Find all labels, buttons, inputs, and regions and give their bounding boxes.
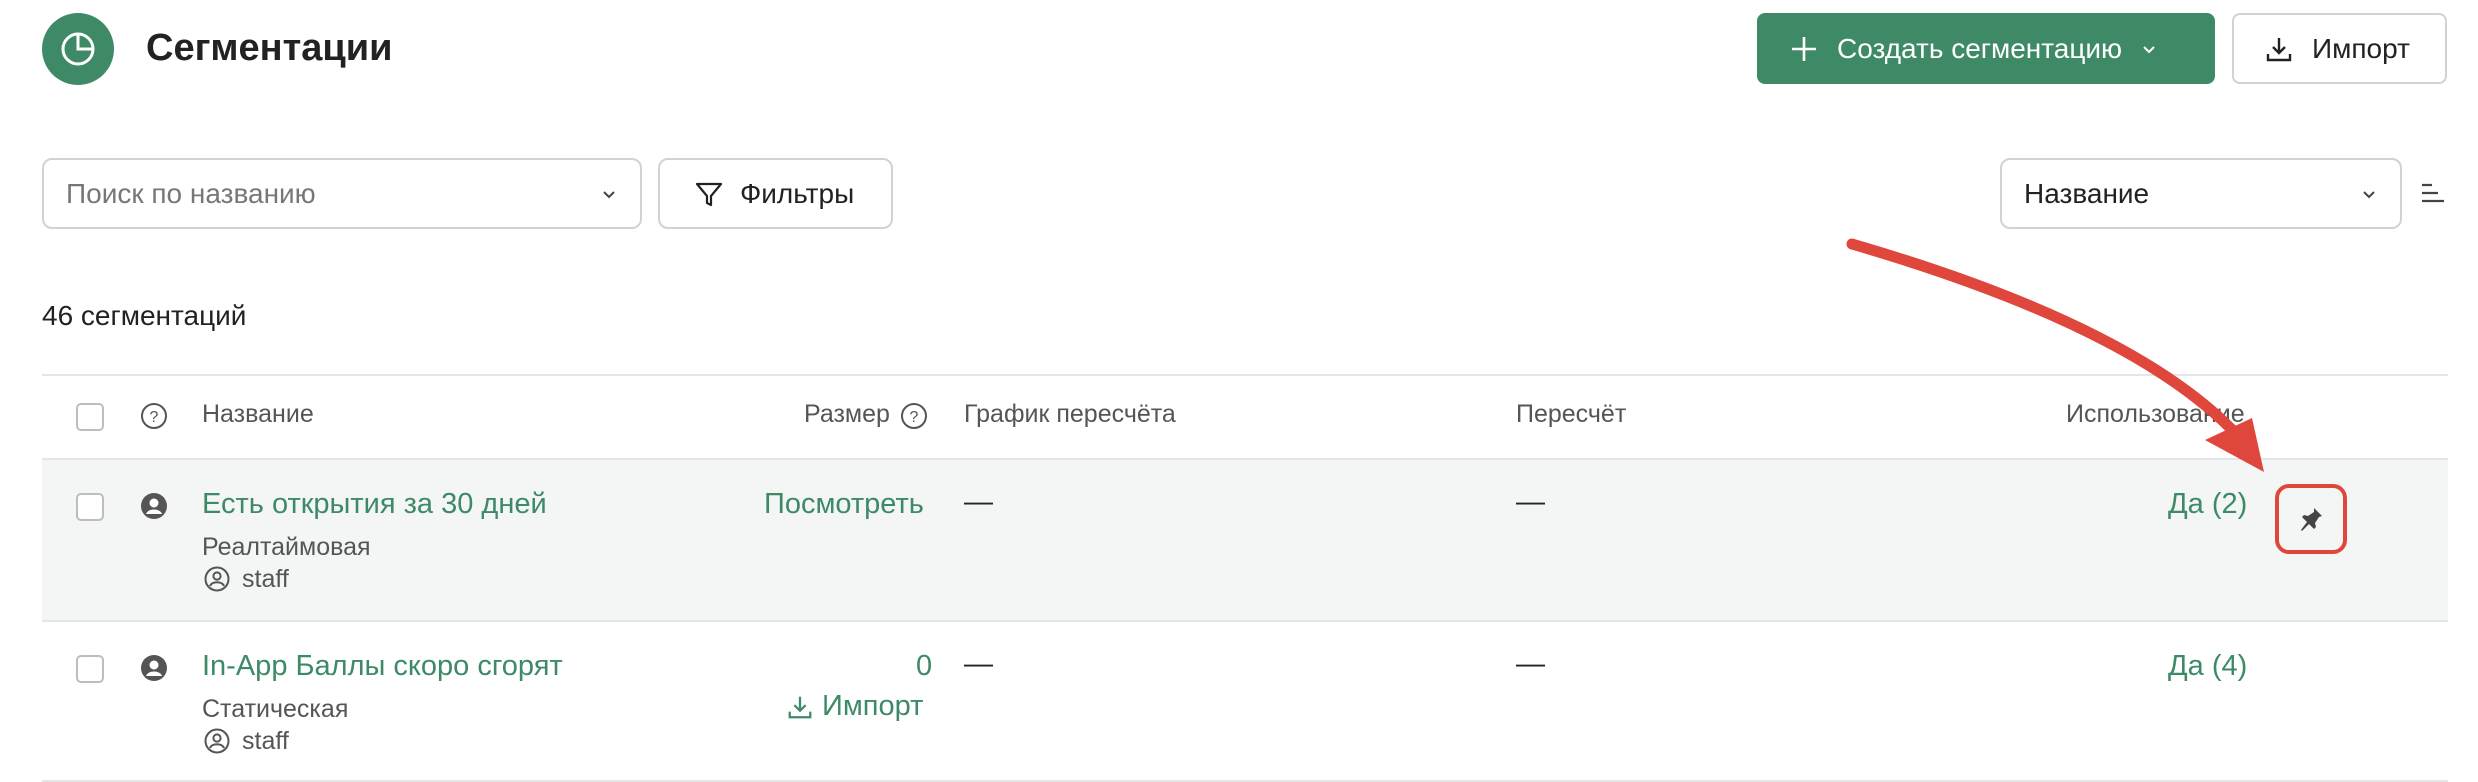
annotation-arrow <box>1846 238 2264 472</box>
